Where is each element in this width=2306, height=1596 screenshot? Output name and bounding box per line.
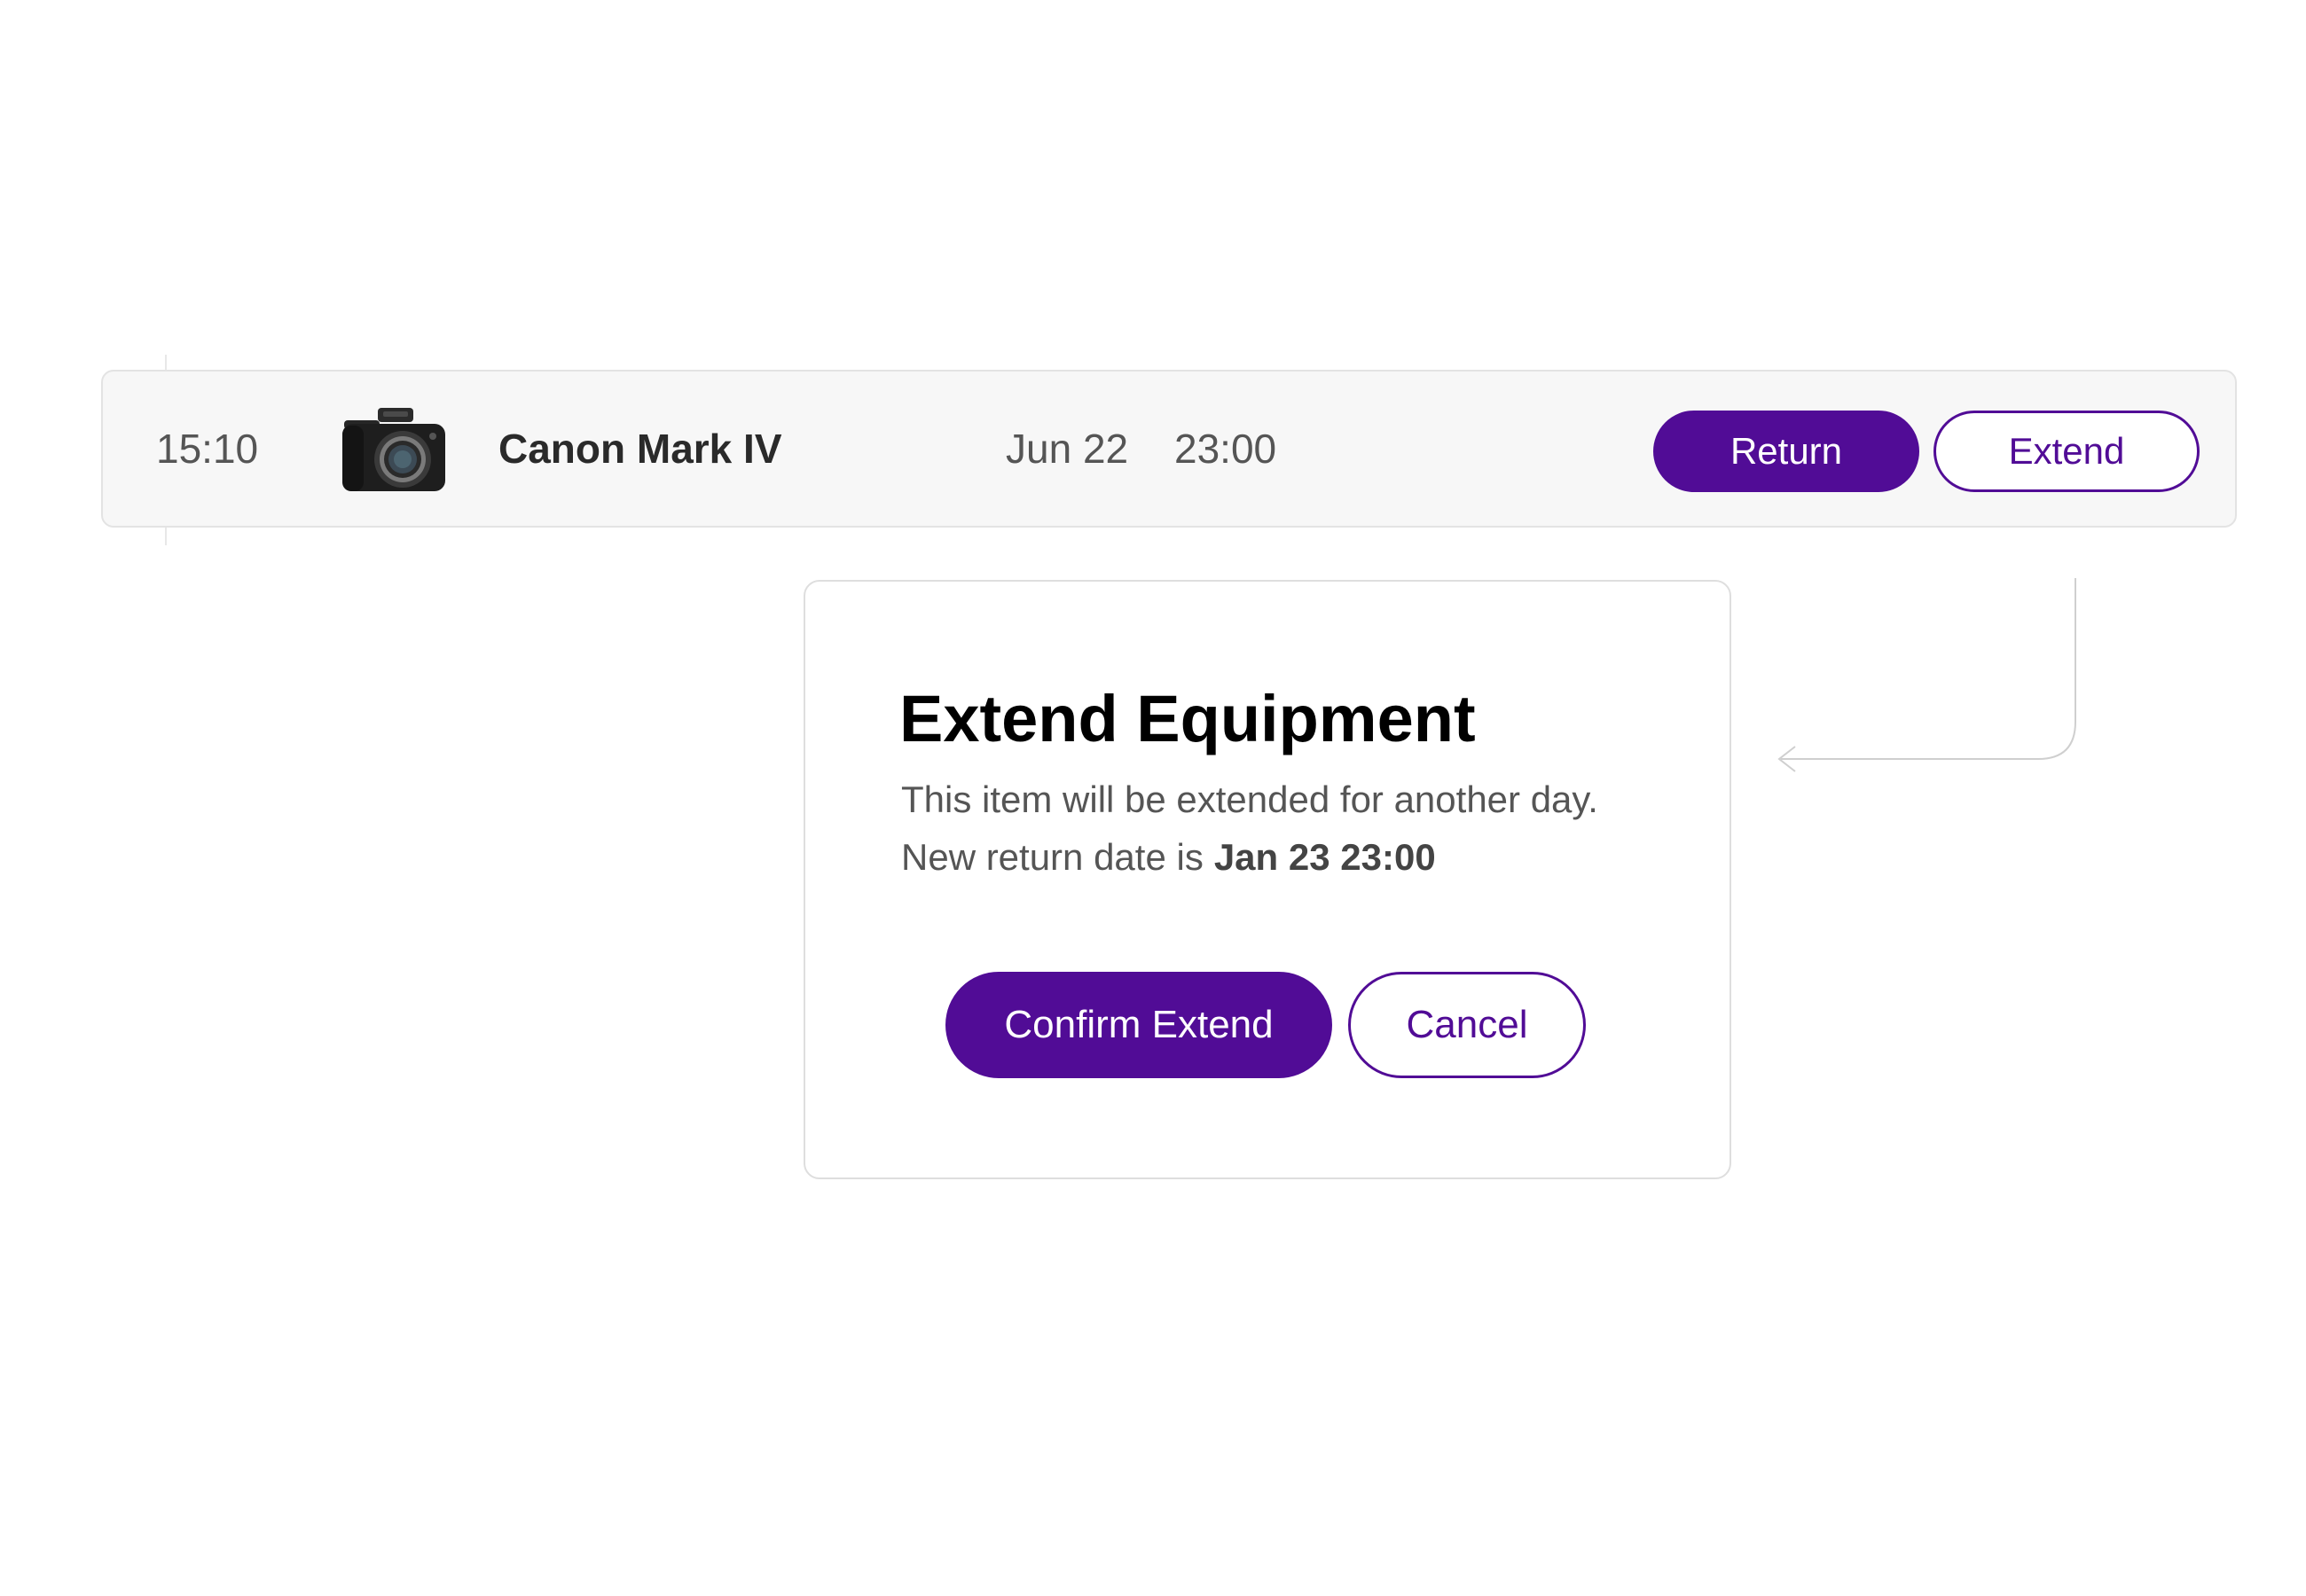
new-return-date-label: New return date is	[901, 836, 1204, 878]
confirm-extend-button[interactable]: Confirm Extend	[945, 972, 1332, 1078]
cancel-button[interactable]: Cancel	[1348, 972, 1586, 1078]
connector-arrow	[1777, 578, 2076, 772]
due-date: Jun 22	[1006, 426, 1129, 472]
checkout-time: 15:10	[156, 426, 259, 472]
new-return-date-value: Jan 23 23:00	[1213, 836, 1436, 878]
equipment-row: 15:10 Canon Mark IV Jun 22 23:00 Return …	[101, 370, 2237, 528]
timeline-tick	[165, 528, 167, 545]
new-return-date-line: New return date is Jan 23 23:00	[901, 836, 1436, 879]
extend-dialog: Extend Equipment This item will be exten…	[804, 580, 1731, 1179]
dialog-description: This item will be extended for another d…	[901, 778, 1598, 820]
camera-icon	[342, 408, 445, 491]
return-button[interactable]: Return	[1653, 411, 1919, 492]
extend-button[interactable]: Extend	[1933, 411, 2200, 492]
equipment-name: Canon Mark IV	[498, 426, 782, 472]
dialog-title: Extend Equipment	[899, 682, 1476, 755]
due-time: 23:00	[1174, 426, 1277, 472]
